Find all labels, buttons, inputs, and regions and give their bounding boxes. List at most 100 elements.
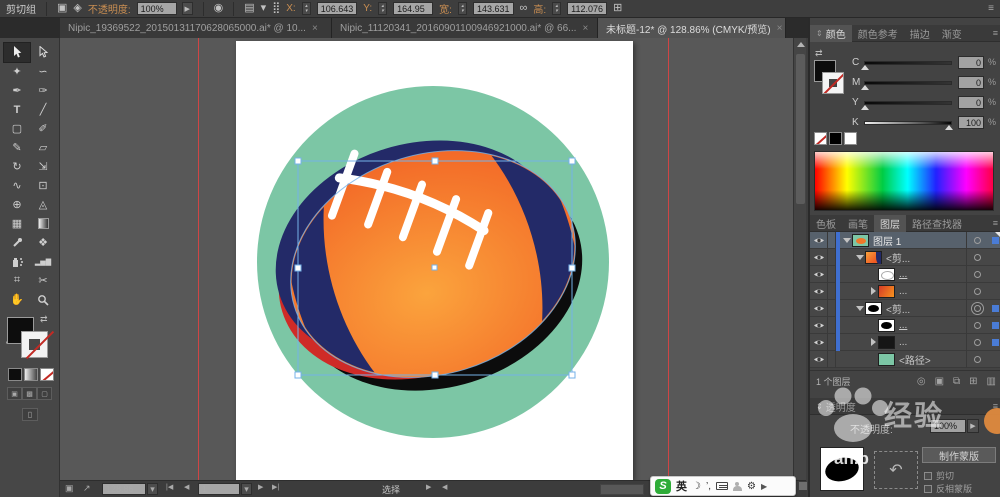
height-field[interactable]: 112.076: [567, 2, 607, 15]
visibility-toggle[interactable]: [810, 300, 828, 317]
selection-cell[interactable]: [988, 300, 1000, 317]
target-cell[interactable]: [966, 283, 988, 300]
horizontal-scrollbar-thumb[interactable]: [600, 484, 644, 495]
none-swatch[interactable]: [814, 132, 827, 145]
pencil-tool[interactable]: ✎: [4, 138, 30, 157]
tab-stroke[interactable]: 描边: [904, 25, 936, 42]
panel-menu-icon[interactable]: ≡: [993, 401, 998, 411]
transform-icon[interactable]: ⊞: [613, 3, 622, 14]
clipping-mask-thumbnail[interactable]: [878, 319, 895, 332]
object-thumbnail[interactable]: [820, 447, 864, 491]
tab-pathfinder[interactable]: 路径查找器: [906, 215, 968, 232]
color-spectrum[interactable]: [814, 151, 994, 211]
zoom-level-field[interactable]: 128.86: [102, 483, 146, 495]
align-icon[interactable]: ▤: [244, 3, 254, 14]
layer-thumbnail[interactable]: [865, 251, 882, 264]
layer-thumbnail[interactable]: [878, 336, 895, 349]
visibility-toggle[interactable]: [810, 351, 828, 368]
handle-bottom-mid[interactable]: [432, 372, 438, 378]
target-cell[interactable]: [966, 232, 988, 249]
layer-thumbnail[interactable]: [852, 234, 869, 247]
eraser-tool[interactable]: ▱: [30, 138, 56, 157]
shape-builder-tool[interactable]: ⊕: [4, 195, 30, 214]
layer-thumbnail[interactable]: [878, 285, 895, 298]
column-graph-tool[interactable]: ▂▅▇: [30, 252, 56, 271]
expand-toggle[interactable]: [855, 255, 865, 260]
lock-cell[interactable]: [828, 232, 836, 249]
visibility-toggle[interactable]: [810, 266, 828, 283]
document-tab-1[interactable]: Nipic_19369522_20150131170628065000.ai* …: [60, 18, 332, 38]
expand-toggle[interactable]: [842, 238, 852, 243]
checkbox[interactable]: [924, 472, 932, 480]
line-segment-tool[interactable]: ╱: [30, 100, 56, 119]
layer-name[interactable]: 图层 1: [873, 233, 966, 248]
panel-stroke-swatch[interactable]: [822, 72, 844, 94]
lock-cell[interactable]: [828, 283, 836, 300]
layer-row-7[interactable]: ...: [810, 334, 1000, 351]
layer-row-2[interactable]: <剪...: [810, 249, 1000, 266]
layer-row-6[interactable]: ...: [810, 317, 1000, 334]
target-cell[interactable]: [966, 317, 988, 334]
layer-row-5[interactable]: <剪...: [810, 300, 1000, 317]
ime-language-mode[interactable]: 英: [676, 478, 687, 494]
x-stepper[interactable]: ▴▾: [302, 2, 311, 15]
slider-thumb[interactable]: [861, 65, 869, 70]
magenta-slider-track[interactable]: [864, 81, 952, 85]
visibility-toggle[interactable]: [810, 334, 828, 351]
spin-down-icon[interactable]: ▾: [381, 9, 384, 14]
opacity-value[interactable]: 100%: [137, 2, 177, 15]
white-swatch[interactable]: [844, 132, 857, 145]
layer-name[interactable]: ...: [899, 337, 966, 348]
type-tool[interactable]: T: [4, 100, 30, 119]
slider-thumb[interactable]: [861, 85, 869, 90]
spin-down-icon[interactable]: ▾: [555, 9, 558, 14]
invert-mask-checkbox-row[interactable]: 反相蒙版: [924, 482, 972, 495]
layer-name[interactable]: ...: [899, 286, 966, 297]
ime-toolbar[interactable]: S 英 ☽ ’, ⚙ ▶: [650, 476, 796, 496]
target-icon[interactable]: [974, 356, 981, 363]
handle-bottom-right[interactable]: [569, 372, 575, 378]
selection-cell[interactable]: [988, 249, 1000, 266]
tab-layers[interactable]: 图层: [874, 215, 906, 232]
tab-color[interactable]: ⇕ 颜色: [810, 25, 852, 42]
document-tab-2[interactable]: Nipic_11120341_20160901100946921000.ai* …: [332, 18, 598, 38]
canvas[interactable]: [60, 38, 806, 480]
target-cell[interactable]: [966, 249, 988, 266]
opacity-label[interactable]: 不透明度:: [88, 1, 131, 16]
align-dropdown-icon[interactable]: ▾: [261, 3, 267, 14]
scroll-left-icon[interactable]: ◀: [442, 483, 447, 491]
height-stepper[interactable]: ▴▾: [552, 2, 561, 15]
visibility-toggle[interactable]: [810, 232, 828, 249]
lasso-tool[interactable]: ∽: [30, 62, 56, 81]
slider-thumb[interactable]: [861, 105, 869, 110]
target-cell[interactable]: [966, 351, 988, 368]
close-icon[interactable]: ×: [582, 23, 588, 34]
control-bar-menu-icon[interactable]: ≡: [988, 3, 994, 14]
selection-cell[interactable]: [988, 351, 1000, 368]
layer-thumbnail[interactable]: [865, 302, 882, 315]
mask-link-area[interactable]: ↶: [874, 451, 918, 489]
target-cell[interactable]: [966, 266, 988, 283]
last-artboard-icon[interactable]: ▶|: [272, 483, 279, 491]
target-icon-active[interactable]: [974, 305, 981, 312]
rectangle-tool[interactable]: ▢: [4, 119, 30, 138]
slice-tool[interactable]: ✂: [30, 271, 56, 290]
scroll-up-icon[interactable]: [797, 42, 805, 47]
close-icon[interactable]: ×: [312, 23, 318, 34]
yellow-value-field[interactable]: 0: [958, 96, 984, 109]
y-field[interactable]: 164.95: [393, 2, 433, 15]
expand-toggle[interactable]: [855, 306, 865, 311]
yellow-slider-track[interactable]: [864, 101, 952, 105]
ime-expand-icon[interactable]: ▶: [761, 482, 767, 491]
hand-tool[interactable]: ✋: [4, 290, 30, 309]
make-mask-button[interactable]: 制作蒙版: [922, 447, 996, 463]
panel-menu-icon[interactable]: ≡: [993, 218, 998, 228]
eyedropper-tool[interactable]: [4, 233, 30, 252]
target-icon[interactable]: [974, 271, 981, 278]
artboard-dropdown-icon[interactable]: ▾: [241, 483, 252, 495]
spin-down-icon[interactable]: ▾: [461, 9, 464, 14]
locate-object-icon[interactable]: ◎: [917, 376, 926, 387]
layer-name[interactable]: ...: [899, 320, 966, 331]
artwork[interactable]: [60, 38, 806, 480]
handle-top-left[interactable]: [295, 158, 301, 164]
